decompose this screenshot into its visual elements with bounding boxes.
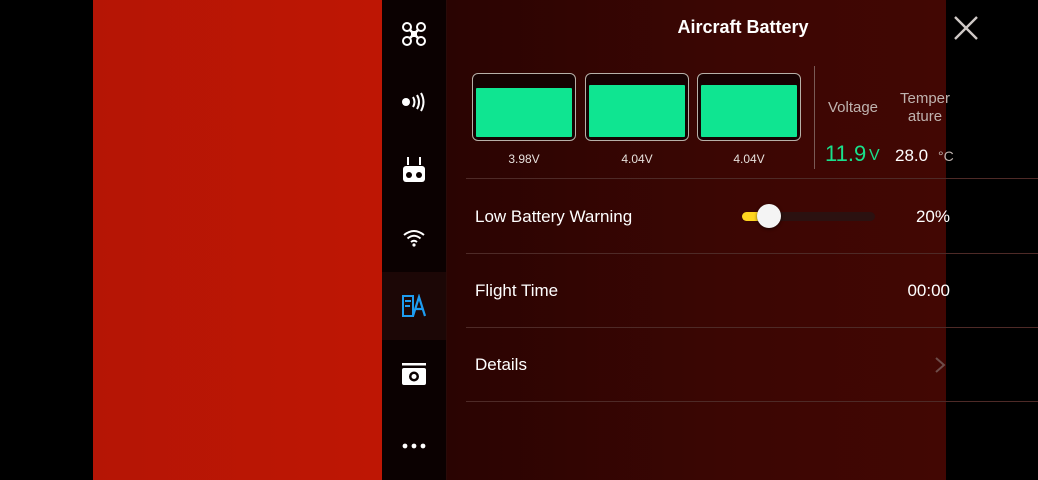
camera-icon <box>402 363 426 385</box>
sidebar-item-camera[interactable] <box>382 340 446 408</box>
close-button[interactable] <box>952 14 980 42</box>
panel-title: Aircraft Battery <box>677 17 809 37</box>
battery-cell-1-level <box>476 88 572 137</box>
sidebar-item-wifi[interactable] <box>382 204 446 272</box>
low-battery-warning-value: 20% <box>915 207 950 226</box>
row-divider <box>466 253 1038 254</box>
battery-cell-2-level <box>589 85 685 137</box>
battery-cell-1-voltage: 3.98V <box>508 152 540 166</box>
row-divider <box>466 178 1038 179</box>
battery-cell-3 <box>697 73 801 141</box>
temperature-label: Temper ature <box>893 90 957 126</box>
sidebar-item-more[interactable] <box>382 412 446 480</box>
close-icon <box>954 16 978 40</box>
temperature-label-line1: Temper <box>899 90 951 107</box>
screen-edge <box>946 0 1038 480</box>
remote-signal-icon <box>402 92 425 112</box>
row-divider <box>466 401 1038 402</box>
temperature-value: 28.0 <box>895 146 929 165</box>
temperature-label-line2: ature <box>907 108 943 125</box>
details-row[interactable] <box>466 328 946 401</box>
battery-cell-3-voltage: 4.04V <box>733 152 765 166</box>
battery-cell-1 <box>472 73 576 141</box>
sidebar-item-remote-signal[interactable] <box>382 68 446 136</box>
sidebar-item-remote-controller[interactable] <box>382 136 446 204</box>
low-battery-warning-slider-thumb[interactable] <box>757 204 781 228</box>
battery-cell-3-level <box>701 85 797 137</box>
chevron-right-icon[interactable] <box>934 356 946 374</box>
more-icon <box>402 443 426 449</box>
voltage-label: Voltage <box>827 99 879 116</box>
remote-controller-icon <box>403 157 425 182</box>
temperature-unit: °C <box>938 148 954 164</box>
screen: Aircraft Battery 3.98V 4.04V 4.04V Volta… <box>0 0 1038 480</box>
flight-time-value: 00:00 <box>907 281 950 300</box>
wifi-icon <box>403 230 425 247</box>
low-battery-warning-slider[interactable] <box>742 204 875 228</box>
aircraft-icon <box>402 22 426 46</box>
battery-cell-2 <box>585 73 689 141</box>
flight-time-label: Flight Time <box>475 281 559 300</box>
camera-feed[interactable] <box>93 0 382 480</box>
voltage-value: 11.9 <box>825 141 867 166</box>
low-battery-warning-label: Low Battery Warning <box>475 207 633 226</box>
stats-divider <box>814 66 815 169</box>
sidebar-item-battery[interactable] <box>382 272 446 340</box>
settings-sidebar <box>382 0 447 480</box>
battery-settings-icon <box>402 294 427 317</box>
battery-panel <box>447 0 946 480</box>
details-label[interactable]: Details <box>475 355 527 375</box>
voltage-unit: V <box>869 147 880 164</box>
battery-cell-2-voltage: 4.04V <box>621 152 653 166</box>
sidebar-item-aircraft[interactable] <box>382 0 446 68</box>
